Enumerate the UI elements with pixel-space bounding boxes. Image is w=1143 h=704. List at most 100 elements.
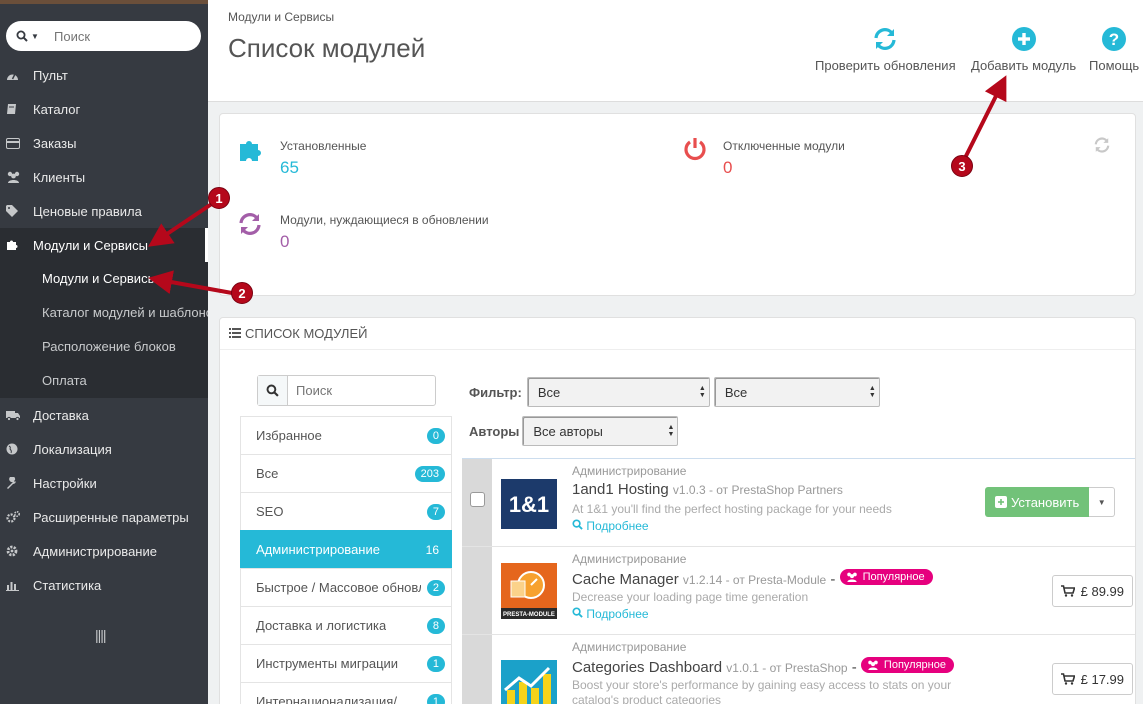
refresh-icon[interactable]	[1093, 136, 1111, 154]
install-button[interactable]: Установить	[985, 487, 1090, 517]
sidebar-item-catalog[interactable]: Каталог	[0, 92, 208, 126]
sidebar-subitem-payment[interactable]: Оплата	[0, 364, 208, 398]
collapse-menu-icon[interactable]: ||||	[95, 627, 107, 643]
sidebar-item-modules[interactable]: Модули и Сервисы	[0, 228, 208, 262]
wrench-icon	[6, 477, 33, 489]
read-more-label: Подробнее	[586, 607, 649, 621]
search-icon[interactable]: ▼	[6, 30, 46, 42]
bar-chart-icon	[6, 579, 33, 591]
category-item[interactable]: Инструменты миграции 1	[240, 644, 452, 682]
cart-icon	[1060, 673, 1075, 685]
sidebar-item-customers[interactable]: Клиенты	[0, 160, 208, 194]
sidebar-item-localization[interactable]: Локализация	[0, 432, 208, 466]
chevron-down-icon: ▲ ▼	[868, 385, 876, 399]
check-updates-label: Проверить обновления	[815, 58, 956, 73]
module-logo-1and1: 1&1	[501, 479, 557, 529]
sidebar: ▼ Пульт Каталог Заказы Клиенты	[0, 0, 208, 704]
sidebar-item-shipping[interactable]: Доставка	[0, 398, 208, 432]
sidebar-item-stats[interactable]: Статистика	[0, 568, 208, 602]
module-name-wrap: 1and1 Hosting v1.0.3 - от PrestaShop Par…	[572, 481, 843, 498]
disabled-stat[interactable]: Отключенные модули 0	[723, 139, 845, 178]
category-label: Инструменты миграции	[256, 656, 399, 671]
module-logo-cache-manager: PRESTA-MODULE	[501, 563, 557, 619]
sidebar-subitem-catalog[interactable]: Каталог модулей и шаблонов	[0, 296, 208, 330]
buy-button[interactable]: £ 17.99	[1051, 663, 1133, 695]
module-table: 1&1 Администрирование 1and1 Hosting v1.0…	[462, 458, 1135, 704]
refresh-icon	[874, 28, 896, 50]
category-item[interactable]: Быстрое / Массовое обновление 2	[240, 568, 452, 606]
sidebar-subitem-modules[interactable]: Модули и Сервисы	[0, 262, 208, 296]
authors-select[interactable]: Все авторы ▲ ▼	[522, 416, 679, 446]
search-icon	[572, 607, 583, 618]
read-more-label: Подробнее	[586, 519, 649, 533]
module-row: Администрирование Categories Dashboard v…	[462, 635, 1135, 704]
category-item[interactable]: Интернационализация/ 1	[240, 682, 452, 704]
category-label: Избранное	[256, 428, 322, 443]
category-item-active[interactable]: Администрирование 16	[240, 530, 452, 568]
disabled-value: 0	[723, 158, 733, 177]
module-version: v1.0.3 - от PrestaShop Partners	[672, 483, 843, 497]
module-logo-text: 1&1	[509, 492, 549, 517]
install-dropdown-toggle[interactable]: ▼	[1089, 487, 1116, 517]
module-name: Cache Manager	[572, 571, 679, 588]
popular-badge: Популярное	[860, 657, 954, 673]
sidebar-item-dashboard[interactable]: Пульт	[0, 58, 208, 92]
category-label: SEO	[256, 504, 284, 519]
breadcrumb[interactable]: Модули и Сервисы	[228, 10, 334, 24]
sidebar-item-advanced[interactable]: Расширенные параметры	[0, 500, 208, 534]
sidebar-item-cart-rules[interactable]: Ценовые правила	[0, 194, 208, 228]
sidebar-item-administration[interactable]: Администрирование	[0, 534, 208, 568]
read-more-link[interactable]: Подробнее	[572, 607, 649, 621]
popular-badge: Популярное	[839, 569, 933, 585]
filter-select-type[interactable]: Все ▲ ▼	[713, 377, 880, 407]
category-search[interactable]	[257, 375, 436, 406]
updates-stat[interactable]: Модули, нуждающиеся в обновлении 0	[280, 213, 489, 252]
category-label: Администрирование	[256, 542, 380, 557]
chevron-down-icon: ▲ ▼	[698, 385, 706, 399]
popular-label: Популярное	[862, 571, 925, 583]
select-value: Все	[724, 384, 748, 400]
category-count-badge: 0	[426, 427, 445, 444]
module-name-wrap: Categories Dashboard v1.0.1 - от PrestaS…	[572, 657, 954, 676]
search-icon	[258, 376, 288, 405]
filter-select-status[interactable]: Все ▲ ▼	[526, 377, 710, 407]
category-search-input[interactable]	[288, 376, 428, 405]
globe-icon	[6, 443, 33, 455]
module-stats-panel: Установленные 65 Отключенные модули 0 Мо…	[219, 113, 1136, 296]
category-item[interactable]: Избранное 0	[240, 416, 452, 454]
panel-heading-text: Список модулей	[245, 326, 368, 341]
help-button[interactable]: ? Помощь	[1089, 26, 1139, 73]
category-list: Избранное 0 Все 203 SEO 7 Администрирова…	[240, 416, 452, 704]
sidebar-item-label: Администрирование	[33, 543, 157, 559]
filter-label: Фильтр:	[469, 384, 522, 400]
search-input[interactable]	[46, 28, 186, 44]
book-icon	[6, 103, 33, 115]
category-count-badge: 1	[426, 655, 445, 672]
category-item[interactable]: Все 203	[240, 454, 452, 492]
category-item[interactable]: SEO 7	[240, 492, 452, 530]
authors-row: Авторы Все авторы ▲ ▼	[469, 416, 679, 446]
chevron-down-icon: ▼	[31, 31, 39, 41]
check-updates-button[interactable]: Проверить обновления	[815, 26, 956, 73]
sidebar-item-orders[interactable]: Заказы	[0, 126, 208, 160]
truck-icon	[6, 410, 33, 421]
module-name: 1and1 Hosting	[572, 481, 669, 498]
module-name-wrap: Cache Manager v1.2.14 - от Presta-Module…	[572, 569, 933, 588]
plus-circle-icon	[1011, 27, 1036, 51]
buy-button[interactable]: £ 89.99	[1051, 575, 1133, 607]
users-icon	[6, 171, 33, 183]
category-item[interactable]: Доставка и логистика 8	[240, 606, 452, 644]
top-bar	[0, 0, 208, 4]
sidebar-item-label: Настройки	[33, 475, 97, 491]
read-more-link[interactable]: Подробнее	[572, 519, 649, 533]
sidebar-item-settings[interactable]: Настройки	[0, 466, 208, 500]
installed-stat[interactable]: Установленные 65	[280, 139, 366, 178]
select-value: Все	[537, 384, 561, 400]
add-module-button[interactable]: Добавить модуль	[971, 26, 1076, 73]
module-checkbox[interactable]	[470, 492, 485, 507]
installed-value: 65	[280, 158, 299, 177]
refresh-icon	[239, 213, 261, 235]
sidebar-subitem-positions[interactable]: Расположение блоков	[0, 330, 208, 364]
dashboard-icon	[6, 69, 33, 81]
sidebar-search[interactable]: ▼	[6, 21, 201, 51]
